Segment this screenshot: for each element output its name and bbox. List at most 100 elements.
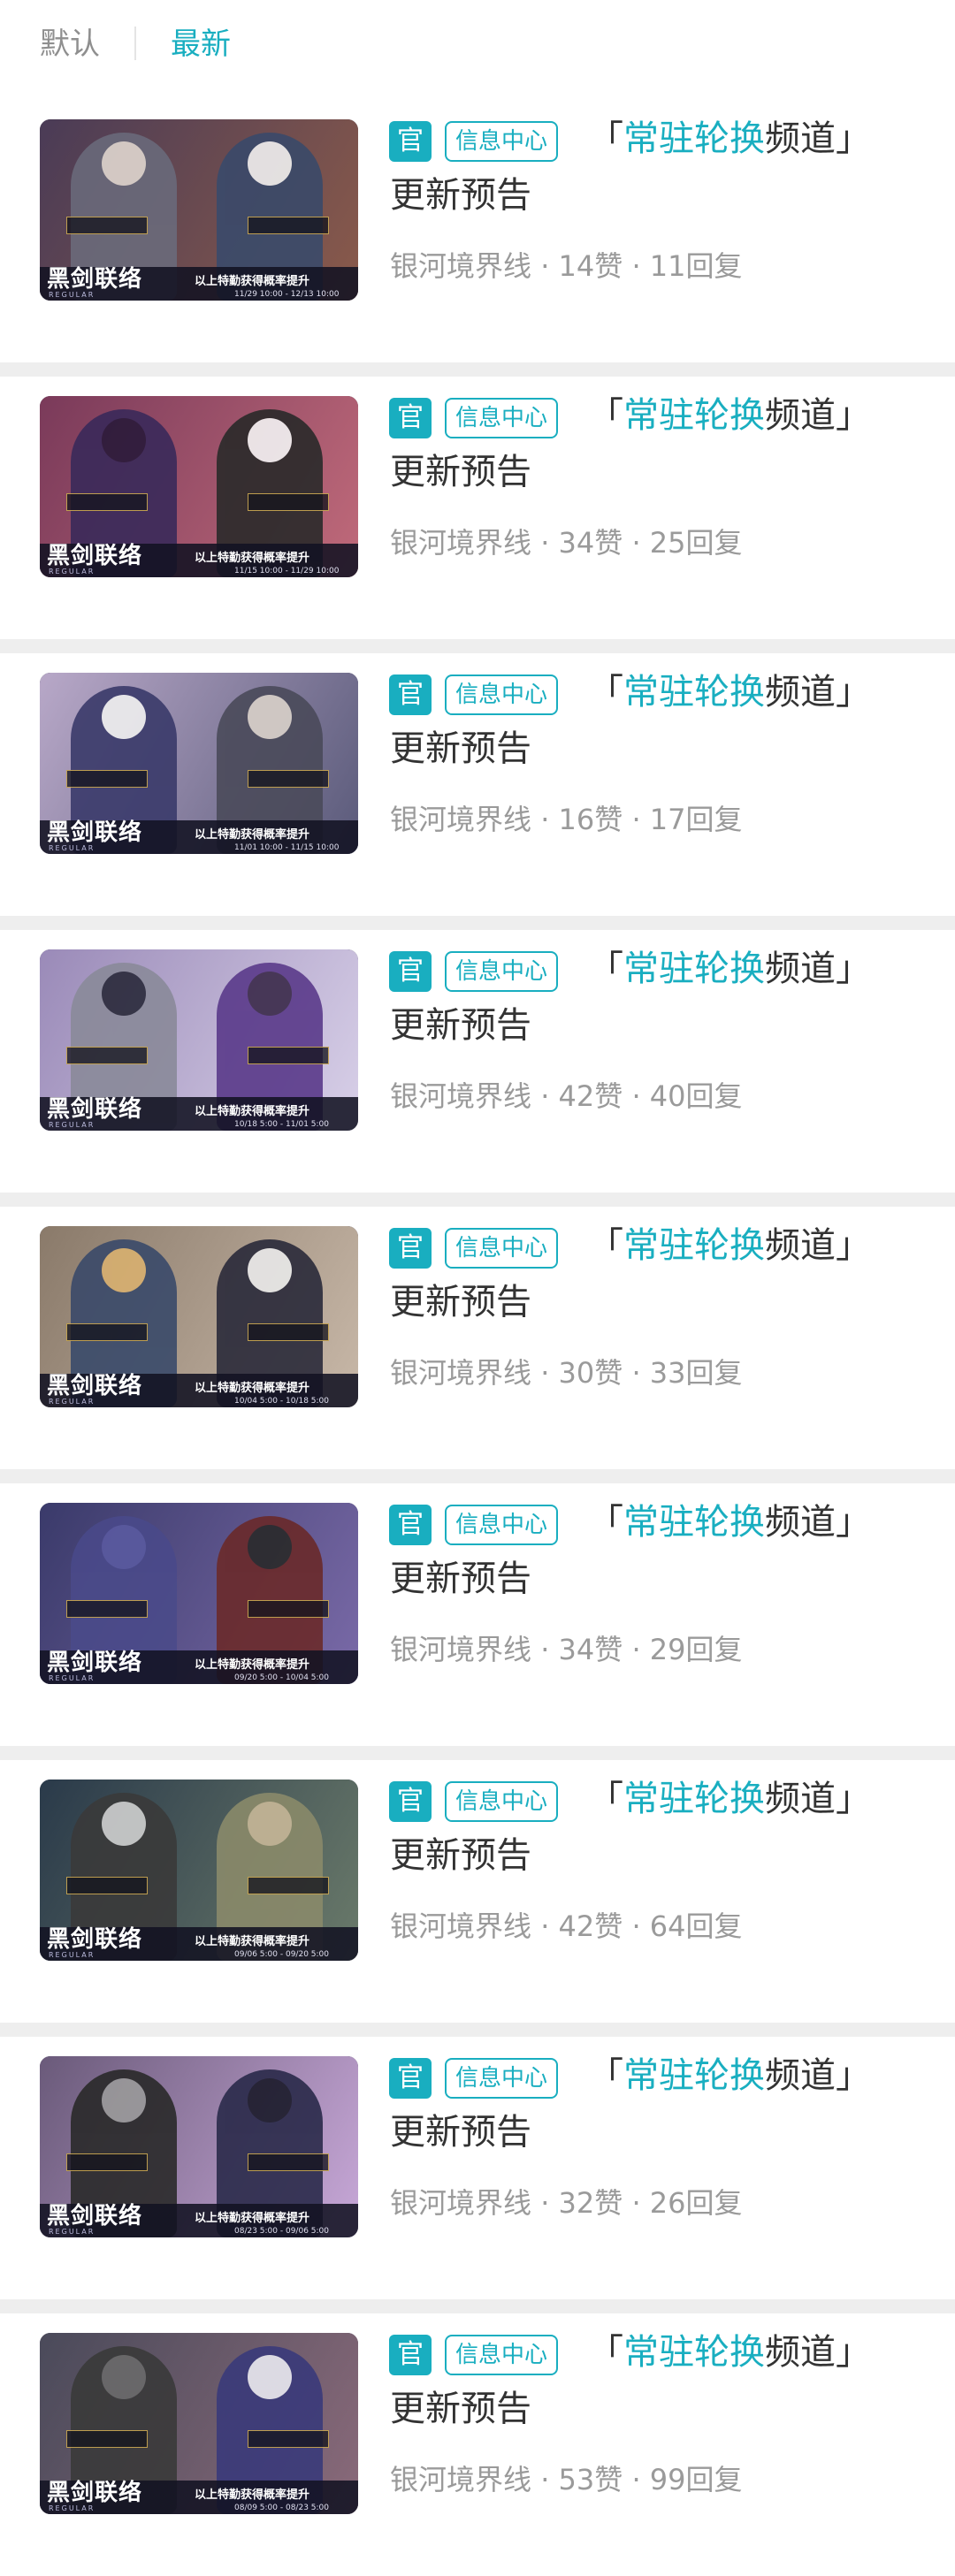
post-title-line2[interactable]: 更新预告 <box>390 447 531 497</box>
title-bracket-open: 「 <box>588 118 623 159</box>
post-thumbnail[interactable]: 黑剑联络 REGULAR 以上特勤获得概率提升 10/04 5:00 - 10/18 … <box>40 1226 358 1407</box>
banner-logo: 黑剑联络 <box>47 1096 143 1123</box>
info-center-tag[interactable]: 信息中心 <box>445 1228 559 1269</box>
tab-latest[interactable]: 最新 <box>171 23 231 65</box>
meta-separator: · <box>531 249 559 283</box>
post-thumbnail[interactable]: 黑剑联络 REGULAR 以上特勤获得概率提升 09/06 5:00 - 09/20 … <box>40 1780 358 1961</box>
banner-dates: 10/18 5:00 - 11/01 5:00 <box>234 1120 329 1129</box>
post-item[interactable]: 黑剑联络 REGULAR 以上特勤获得概率提升 11/01 10:00 - 11/15… <box>0 653 955 916</box>
title-highlight: 常驻轮换 <box>623 395 765 436</box>
character-nameplate <box>248 493 329 511</box>
banner-dates: 10/04 5:00 - 10/18 5:00 <box>234 1397 329 1406</box>
post-divider <box>0 916 955 930</box>
post-likes: 34赞 <box>558 526 623 560</box>
post-title-line2[interactable]: 更新预告 <box>390 1001 531 1050</box>
meta-separator: · <box>623 1356 650 1390</box>
post-source: 银河境界线 <box>390 1909 532 1943</box>
post-item[interactable]: 黑剑联络 REGULAR 以上特勤获得概率提升 10/18 5:00 - 11/01 … <box>0 930 955 1193</box>
character-head <box>102 2078 146 2123</box>
post-title[interactable]: 「常驻轮换频道」 <box>588 2328 871 2377</box>
post-thumbnail[interactable]: 黑剑联络 REGULAR 以上特勤获得概率提升 11/15 10:00 - 11/29… <box>40 396 358 577</box>
post-title[interactable]: 「常驻轮换频道」 <box>588 391 871 440</box>
post-title-line2[interactable]: 更新预告 <box>390 1277 531 1327</box>
meta-separator: · <box>623 1633 650 1666</box>
title-bracket-open: 「 <box>588 1779 623 1819</box>
post-source: 银河境界线 <box>390 1079 532 1113</box>
post-item[interactable]: 黑剑联络 REGULAR 以上特勤获得概率提升 11/15 10:00 - 11/29… <box>0 377 955 639</box>
character-nameplate <box>248 1877 329 1894</box>
post-item[interactable]: 黑剑联络 REGULAR 以上特勤获得概率提升 09/06 5:00 - 09/20 … <box>0 1760 955 2023</box>
character-head <box>102 695 146 739</box>
character-head <box>248 2355 292 2399</box>
post-title[interactable]: 「常驻轮换频道」 <box>588 2051 871 2100</box>
character-nameplate <box>66 1877 148 1894</box>
post-meta: 银河境界线 · 16赞 · 17回复 <box>390 799 743 840</box>
title-rest: 频道」 <box>765 1779 871 1819</box>
character-nameplate <box>66 770 148 788</box>
post-item[interactable]: 黑剑联络 REGULAR 以上特勤获得概率提升 10/04 5:00 - 10/18 … <box>0 1207 955 1469</box>
title-highlight: 常驻轮换 <box>623 118 765 159</box>
post-source: 银河境界线 <box>390 1633 532 1666</box>
banner-slogan: 以上特勤获得概率提升 <box>195 2488 310 2502</box>
banner-logo-sub: REGULAR <box>49 291 96 299</box>
post-title-line2[interactable]: 更新预告 <box>390 1554 531 1604</box>
meta-separator: · <box>531 1079 559 1113</box>
title-rest: 频道」 <box>765 949 871 989</box>
post-thumbnail[interactable]: 黑剑联络 REGULAR 以上特勤获得概率提升 10/18 5:00 - 11/01 … <box>40 949 358 1131</box>
official-badge: 官 <box>389 1781 432 1822</box>
post-title-line2[interactable]: 更新预告 <box>390 724 531 774</box>
info-center-tag[interactable]: 信息中心 <box>445 121 559 162</box>
post-thumbnail[interactable]: 黑剑联络 REGULAR 以上特勤获得概率提升 11/01 10:00 - 11/15… <box>40 673 358 854</box>
meta-separator: · <box>531 2463 559 2496</box>
title-bracket-open: 「 <box>588 395 623 436</box>
tab-default[interactable]: 默认 <box>40 23 100 65</box>
post-thumbnail[interactable]: 黑剑联络 REGULAR 以上特勤获得概率提升 08/09 5:00 - 08/23 … <box>40 2333 358 2514</box>
info-center-tag[interactable]: 信息中心 <box>445 1781 559 1822</box>
post-divider <box>0 2299 955 2313</box>
info-center-tag[interactable]: 信息中心 <box>445 674 559 715</box>
post-replies: 11回复 <box>649 249 743 283</box>
post-thumbnail[interactable]: 黑剑联络 REGULAR 以上特勤获得概率提升 11/29 10:00 - 12/13… <box>40 119 358 301</box>
post-replies: 40回复 <box>649 1079 743 1113</box>
meta-separator: · <box>531 803 559 836</box>
post-title-line2[interactable]: 更新预告 <box>390 1831 531 1880</box>
meta-separator: · <box>531 1909 559 1943</box>
banner-slogan: 以上特勤获得概率提升 <box>195 552 310 565</box>
post-source: 银河境界线 <box>390 2186 532 2220</box>
post-likes: 14赞 <box>558 249 623 283</box>
info-center-tag[interactable]: 信息中心 <box>445 398 559 438</box>
post-meta: 银河境界线 · 14赞 · 11回复 <box>390 246 743 286</box>
banner-dates: 09/06 5:00 - 09/20 5:00 <box>234 1950 329 1959</box>
post-title-line2[interactable]: 更新预告 <box>390 2384 531 2434</box>
title-bracket-open: 「 <box>588 1225 623 1266</box>
post-source: 银河境界线 <box>390 526 532 560</box>
banner-dates: 08/09 5:00 - 08/23 5:00 <box>234 2504 329 2512</box>
title-bracket-open: 「 <box>588 2055 623 2096</box>
post-title[interactable]: 「常驻轮换频道」 <box>588 667 871 717</box>
post-title[interactable]: 「常驻轮换频道」 <box>588 114 871 164</box>
info-center-tag[interactable]: 信息中心 <box>445 2335 559 2375</box>
post-item[interactable]: 黑剑联络 REGULAR 以上特勤获得概率提升 09/20 5:00 - 10/04 … <box>0 1483 955 1746</box>
banner-dates: 11/01 10:00 - 11/15 10:00 <box>234 843 340 852</box>
character-nameplate <box>248 1047 329 1064</box>
banner-logo-sub: REGULAR <box>49 2228 96 2236</box>
official-badge: 官 <box>389 121 432 162</box>
official-badge: 官 <box>389 398 432 438</box>
post-title-line2[interactable]: 更新预告 <box>390 171 531 220</box>
post-item[interactable]: 黑剑联络 REGULAR 以上特勤获得概率提升 08/09 5:00 - 08/23 … <box>0 2313 955 2576</box>
post-title[interactable]: 「常驻轮换频道」 <box>588 944 871 994</box>
info-center-tag[interactable]: 信息中心 <box>445 951 559 992</box>
post-title[interactable]: 「常驻轮换频道」 <box>588 1774 871 1824</box>
post-likes: 42赞 <box>558 1079 623 1113</box>
post-thumbnail[interactable]: 黑剑联络 REGULAR 以上特勤获得概率提升 09/20 5:00 - 10/04 … <box>40 1503 358 1684</box>
post-title[interactable]: 「常驻轮换频道」 <box>588 1498 871 1547</box>
post-replies: 26回复 <box>649 2186 743 2220</box>
info-center-tag[interactable]: 信息中心 <box>445 2058 559 2099</box>
post-item[interactable]: 黑剑联络 REGULAR 以上特勤获得概率提升 11/29 10:00 - 12/13… <box>0 100 955 362</box>
post-title-line2[interactable]: 更新预告 <box>390 2107 531 2157</box>
post-thumbnail[interactable]: 黑剑联络 REGULAR 以上特勤获得概率提升 08/23 5:00 - 09/06 … <box>40 2056 358 2237</box>
title-highlight: 常驻轮换 <box>623 2055 765 2096</box>
post-title[interactable]: 「常驻轮换频道」 <box>588 1221 871 1270</box>
post-item[interactable]: 黑剑联络 REGULAR 以上特勤获得概率提升 08/23 5:00 - 09/06 … <box>0 2037 955 2299</box>
info-center-tag[interactable]: 信息中心 <box>445 1505 559 1545</box>
